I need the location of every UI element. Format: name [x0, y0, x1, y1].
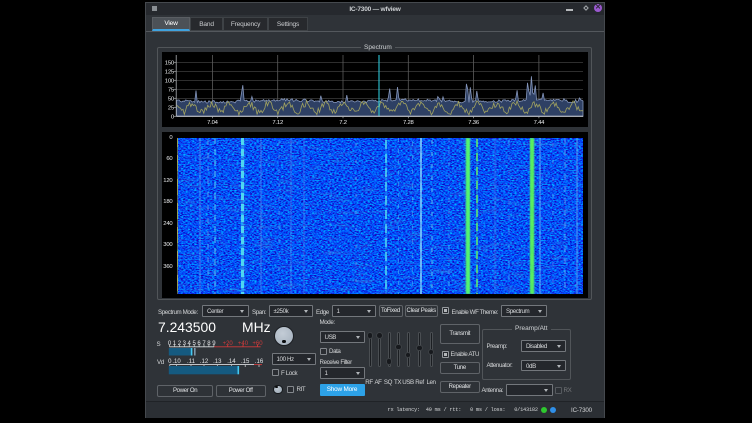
svg-text:.11: .11: [187, 359, 196, 365]
svg-text:7.36: 7.36: [468, 120, 480, 126]
svg-text:0: 0: [171, 115, 175, 121]
svg-text:150: 150: [165, 61, 175, 67]
svg-text:25: 25: [168, 106, 175, 112]
svg-text:.10: .10: [172, 359, 181, 365]
svg-text:7.12: 7.12: [272, 120, 283, 126]
svg-text:.14: .14: [227, 359, 236, 365]
svg-text:7.04: 7.04: [207, 120, 219, 126]
svg-text:125: 125: [165, 70, 175, 76]
svg-text:50: 50: [168, 97, 175, 103]
svg-text:100: 100: [165, 79, 175, 85]
svg-text:75: 75: [168, 88, 175, 94]
svg-text:.16: .16: [255, 359, 264, 365]
svg-text:7.2: 7.2: [339, 120, 347, 126]
svg-text:.12: .12: [200, 359, 209, 365]
svg-text:7.44: 7.44: [534, 120, 546, 126]
svg-text:.13: .13: [213, 359, 222, 365]
svg-text:7.28: 7.28: [403, 120, 415, 126]
svg-text:.15: .15: [241, 359, 250, 365]
